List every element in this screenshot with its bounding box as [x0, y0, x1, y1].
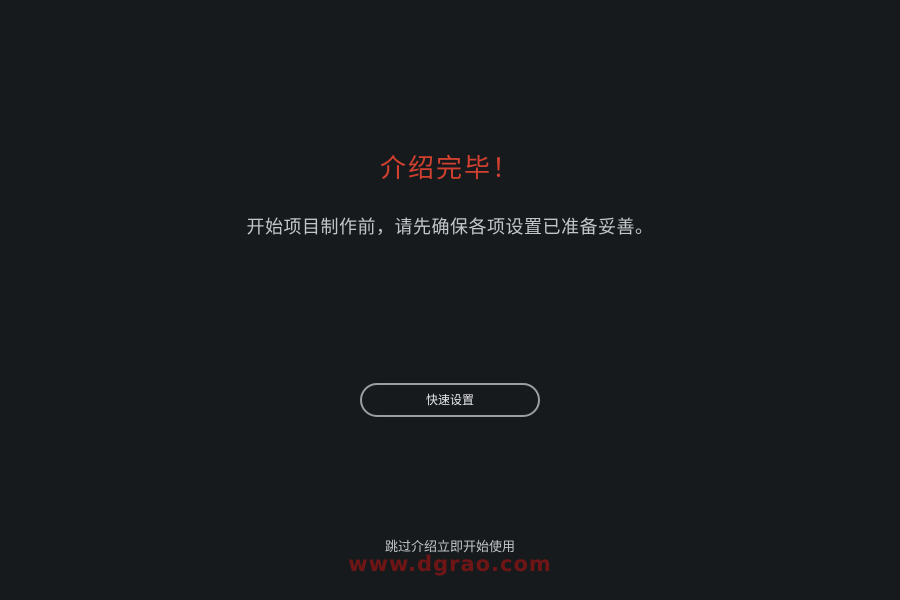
- page-title: 介绍完毕！: [379, 154, 520, 184]
- quick-setup-button[interactable]: 快速设置: [360, 383, 540, 417]
- intro-complete-screen: 介绍完毕！ 开始项目制作前，请先确保各项设置已准备妥善。 快速设置 跳过介绍立即…: [0, 0, 900, 600]
- watermark-text: www.dgrao.com: [348, 552, 552, 576]
- page-subtitle: 开始项目制作前，请先确保各项设置已准备妥善。: [246, 217, 654, 238]
